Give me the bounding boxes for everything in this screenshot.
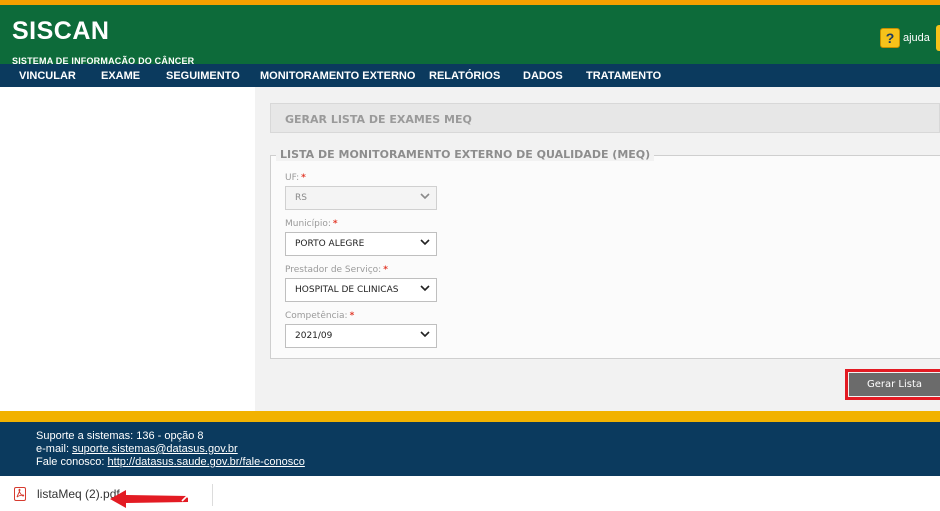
competencia-select[interactable]: 2021/09: [285, 324, 437, 348]
contact-prefix: Fale conosco:: [36, 456, 108, 468]
required-marker: *: [383, 265, 388, 275]
nav-item-seguimento[interactable]: SEGUIMENTO: [166, 70, 240, 82]
competencia-value: 2021/09: [295, 331, 333, 341]
support-phone: Suporte a sistemas: 136 - opção 8: [36, 430, 204, 442]
fieldset-legend: LISTA DE MONITORAMENTO EXTERNO DE QUALID…: [276, 148, 655, 161]
download-filename[interactable]: listaMeq (2).pdf: [37, 487, 120, 501]
uf-label: UF: *: [285, 173, 306, 183]
municipio-label: Município: *: [285, 219, 338, 229]
footer-accent-stripe: [0, 411, 940, 422]
required-marker: *: [301, 173, 306, 183]
contact-link[interactable]: http://datasus.saude.gov.br/fale-conosco: [108, 456, 305, 468]
page-title: GERAR LISTA DE EXAMES MEQ: [285, 113, 472, 126]
footer-support-info: Suporte a sistemas: 136 - opção 8 e-mail…: [36, 430, 305, 469]
nav-item-monitoramento-externo[interactable]: MONITORAMENTO EXTERNO: [260, 70, 415, 82]
help-label[interactable]: ajuda: [903, 32, 930, 44]
chevron-down-icon: [420, 331, 430, 338]
download-separator: [212, 484, 213, 506]
nav-item-tratamento[interactable]: TRATAMENTO: [586, 70, 661, 82]
competencia-label: Competência: *: [285, 311, 355, 321]
prestador-value: HOSPITAL DE CLINICAS: [295, 285, 399, 295]
main-nav: VINCULAR EXAME SEGUIMENTO MONITORAMENTO …: [0, 64, 940, 87]
municipio-value: PORTO ALEGRE: [295, 239, 365, 249]
chevron-down-icon: [420, 239, 430, 246]
panel-title-bar: GERAR LISTA DE EXAMES MEQ: [270, 103, 940, 133]
chevron-down-icon: [420, 285, 430, 292]
red-arrow-annotation: [110, 490, 188, 508]
chevron-down-icon: [420, 193, 430, 200]
required-marker: *: [332, 219, 338, 229]
nav-item-vincular[interactable]: VINCULAR: [19, 70, 76, 82]
required-marker: *: [349, 311, 355, 321]
gerar-lista-button[interactable]: Gerar Lista: [849, 373, 940, 396]
user-menu-edge[interactable]: [936, 25, 940, 51]
app-header: SISCAN SISTEMA DE INFORMAÇÃO DO CÂNCER ?…: [0, 5, 940, 66]
nav-item-dados[interactable]: DADOS: [523, 70, 563, 82]
uf-value: RS: [295, 193, 307, 203]
help-icon[interactable]: ?: [880, 28, 900, 48]
nav-item-exame[interactable]: EXAME: [101, 70, 140, 82]
municipio-select[interactable]: PORTO ALEGRE: [285, 232, 437, 256]
brand-logo[interactable]: SISCAN: [12, 17, 109, 46]
nav-item-relatorios[interactable]: RELATÓRIOS: [429, 70, 500, 82]
pdf-file-icon[interactable]: [14, 487, 26, 501]
prestador-select[interactable]: HOSPITAL DE CLINICAS: [285, 278, 437, 302]
uf-select[interactable]: RS: [285, 186, 437, 210]
email-prefix: e-mail:: [36, 443, 73, 455]
support-email-link[interactable]: suporte.sistemas@datasus.gov.br: [72, 443, 238, 455]
prestador-label: Prestador de Serviço: *: [285, 265, 388, 275]
chevron-up-icon[interactable]: [181, 494, 193, 502]
support-email-line: e-mail: suporte.sistemas@datasus.gov.br: [36, 443, 305, 456]
contact-line: Fale conosco: http://datasus.saude.gov.b…: [36, 456, 305, 469]
help-button[interactable]: ? ajuda: [880, 28, 930, 48]
